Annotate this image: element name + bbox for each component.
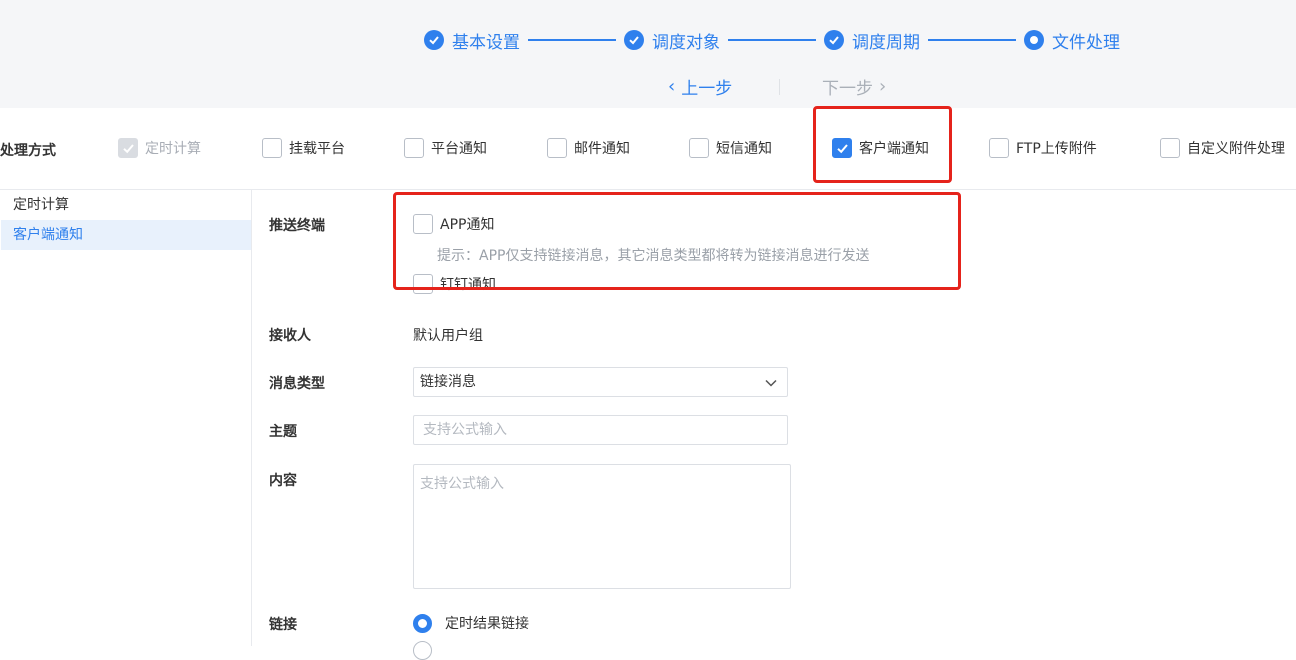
app-notify-label: APP通知 [440, 217, 495, 233]
content-textarea[interactable] [413, 464, 791, 589]
step-label: 文件处理 [1052, 32, 1120, 53]
step-connector [528, 39, 616, 41]
link-option-scheduled-result[interactable]: 定时结果链接 [413, 613, 529, 633]
wizard-header: 基本设置 调度对象 调度周期 文件处理 ‹ 上一步 下一步 › [0, 0, 1296, 108]
app-notify-option[interactable]: APP通知 [413, 214, 494, 234]
sidebar-item-client-notify[interactable]: 客户端通知 [1, 220, 251, 250]
nav-divider [779, 79, 780, 95]
step-file-processing[interactable]: 文件处理 [1024, 28, 1120, 53]
processing-methods-label: 处理方式 [0, 143, 56, 159]
checkbox[interactable] [689, 138, 709, 158]
subject-input[interactable] [413, 415, 788, 445]
link-option-label: 定时结果链接 [445, 616, 529, 632]
chevron-down-icon [765, 379, 777, 387]
message-type-label: 消息类型 [269, 376, 325, 392]
step-connector [928, 39, 1016, 41]
step-schedule-object[interactable]: 调度对象 [624, 28, 720, 53]
checkbox[interactable] [989, 138, 1009, 158]
dingtalk-notify-label: 钉钉通知 [440, 277, 496, 293]
check-circle-icon [824, 30, 844, 50]
link-option-second[interactable] [413, 641, 445, 660]
checkbox[interactable] [413, 214, 433, 234]
prev-step-button[interactable]: ‹ 上一步 [662, 74, 733, 99]
checkbox[interactable] [262, 138, 282, 158]
subject-label: 主题 [269, 424, 297, 440]
checkbox[interactable] [547, 138, 567, 158]
sidebar-item-scheduled-calc[interactable]: 定时计算 [0, 190, 251, 220]
content-label: 内容 [269, 473, 297, 489]
method-label: 短信通知 [716, 141, 772, 157]
checkbox[interactable] [404, 138, 424, 158]
method-label: 客户端通知 [859, 141, 929, 157]
method-client-notify[interactable]: 客户端通知 [832, 138, 929, 158]
step-basic-settings[interactable]: 基本设置 [424, 28, 520, 53]
method-label: 邮件通知 [574, 141, 630, 157]
checkbox [118, 138, 138, 158]
receiver-value: 默认用户组 [413, 328, 483, 344]
method-label: 自定义附件处理 [1187, 141, 1285, 157]
method-label: 定时计算 [145, 141, 201, 157]
link-label: 链接 [269, 617, 297, 633]
current-step-icon [1024, 30, 1044, 50]
message-type-value: 链接消息 [420, 374, 476, 390]
check-circle-icon [624, 30, 644, 50]
next-step-label: 下一步 [822, 78, 873, 99]
app-hint-text: 提示：APP仅支持链接消息，其它消息类型都将转为链接消息进行发送 [437, 248, 870, 264]
step-schedule-period[interactable]: 调度周期 [824, 28, 920, 53]
method-platform-notify[interactable]: 平台通知 [404, 138, 487, 158]
receiver-label: 接收人 [269, 328, 311, 344]
checkbox[interactable] [1160, 138, 1180, 158]
processing-methods: 处理方式 定时计算 挂载平台 平台通知 邮件通知 短信通知 客户端通知 FTP上… [0, 108, 1296, 190]
next-step-button[interactable]: 下一步 › [822, 74, 892, 99]
checkbox[interactable] [413, 274, 433, 294]
method-custom-attachment[interactable]: 自定义附件处理 [1160, 138, 1285, 158]
step-connector [728, 39, 816, 41]
step-label: 基本设置 [452, 32, 520, 53]
method-email-notify[interactable]: 邮件通知 [547, 138, 630, 158]
chevron-right-icon: › [879, 75, 887, 97]
method-scheduled-calc: 定时计算 [118, 138, 201, 158]
sidebar: 定时计算 客户端通知 [0, 190, 252, 646]
check-circle-icon [424, 30, 444, 50]
method-mount-platform[interactable]: 挂载平台 [262, 138, 345, 158]
method-ftp-upload[interactable]: FTP上传附件 [989, 138, 1097, 158]
dingtalk-notify-option[interactable]: 钉钉通知 [413, 274, 496, 294]
radio[interactable] [413, 641, 432, 660]
push-terminal-label: 推送终端 [269, 218, 325, 234]
step-label: 调度对象 [652, 32, 720, 53]
chevron-left-icon: ‹ [668, 75, 676, 97]
wizard-steps: 基本设置 调度对象 调度周期 文件处理 [424, 26, 1120, 54]
method-label: FTP上传附件 [1016, 141, 1097, 157]
message-type-select[interactable]: 链接消息 [413, 367, 788, 397]
step-label: 调度周期 [852, 32, 920, 53]
method-label: 挂载平台 [289, 141, 345, 157]
checkbox-checked[interactable] [832, 138, 852, 158]
radio-selected[interactable] [413, 613, 432, 633]
method-sms-notify[interactable]: 短信通知 [689, 138, 772, 158]
prev-step-label: 上一步 [681, 78, 733, 99]
method-label: 平台通知 [431, 141, 487, 157]
